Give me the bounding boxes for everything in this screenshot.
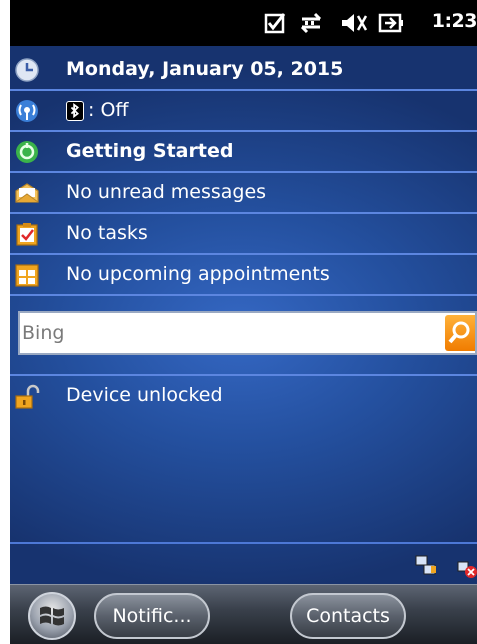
windows-logo-icon (40, 606, 64, 626)
tasks-label: No tasks (66, 222, 148, 244)
getting-started-label: Getting Started (66, 140, 234, 162)
calendar-icon (15, 264, 39, 287)
network-connected-icon[interactable] (414, 554, 440, 578)
wireless-row[interactable]: : Off (10, 91, 477, 132)
wireless-antenna-icon (16, 100, 38, 122)
status-bar[interactable]: 1:23 (10, 0, 477, 46)
clock-icon (15, 58, 39, 82)
getting-started-icon (16, 141, 38, 163)
taskbar: Notific... Contacts (10, 584, 477, 644)
device-lock-label: Device unlocked (66, 384, 223, 406)
bing-search-box[interactable] (18, 311, 477, 355)
tasks-clipboard-icon (16, 223, 38, 246)
unlocked-padlock-icon (15, 384, 40, 409)
network-disconnected-icon[interactable] (456, 556, 477, 580)
clock[interactable]: 1:23 (432, 10, 477, 32)
start-button[interactable] (28, 592, 76, 640)
volume-muted-icon[interactable] (340, 11, 368, 35)
today-screen: 1:23 Monday, January 05, 2015 : Off Gett… (10, 0, 477, 644)
notifications-softkey[interactable]: Notific... (94, 593, 210, 639)
search-input[interactable] (22, 319, 422, 347)
messages-label: No unread messages (66, 181, 267, 203)
date-label: Monday, January 05, 2015 (66, 58, 344, 80)
tasks-row[interactable]: No tasks (10, 214, 477, 255)
bluetooth-icon (66, 101, 84, 121)
battery-charging-icon[interactable] (378, 11, 404, 35)
date-row[interactable]: Monday, January 05, 2015 (10, 50, 477, 91)
appointments-row[interactable]: No upcoming appointments (10, 255, 477, 296)
search-button[interactable] (445, 315, 475, 351)
appointments-label: No upcoming appointments (66, 263, 330, 285)
notification-check-icon[interactable] (264, 11, 286, 35)
envelope-icon (15, 183, 39, 203)
magnifier-icon (448, 321, 470, 344)
divider (10, 542, 477, 544)
messages-row[interactable]: No unread messages (10, 173, 477, 214)
device-lock-row[interactable]: Device unlocked (10, 374, 477, 415)
contacts-softkey[interactable]: Contacts (290, 593, 406, 639)
bluetooth-status: : Off (88, 99, 129, 121)
getting-started-row[interactable]: Getting Started (10, 132, 477, 173)
connectivity-arrows-icon[interactable] (298, 11, 324, 35)
